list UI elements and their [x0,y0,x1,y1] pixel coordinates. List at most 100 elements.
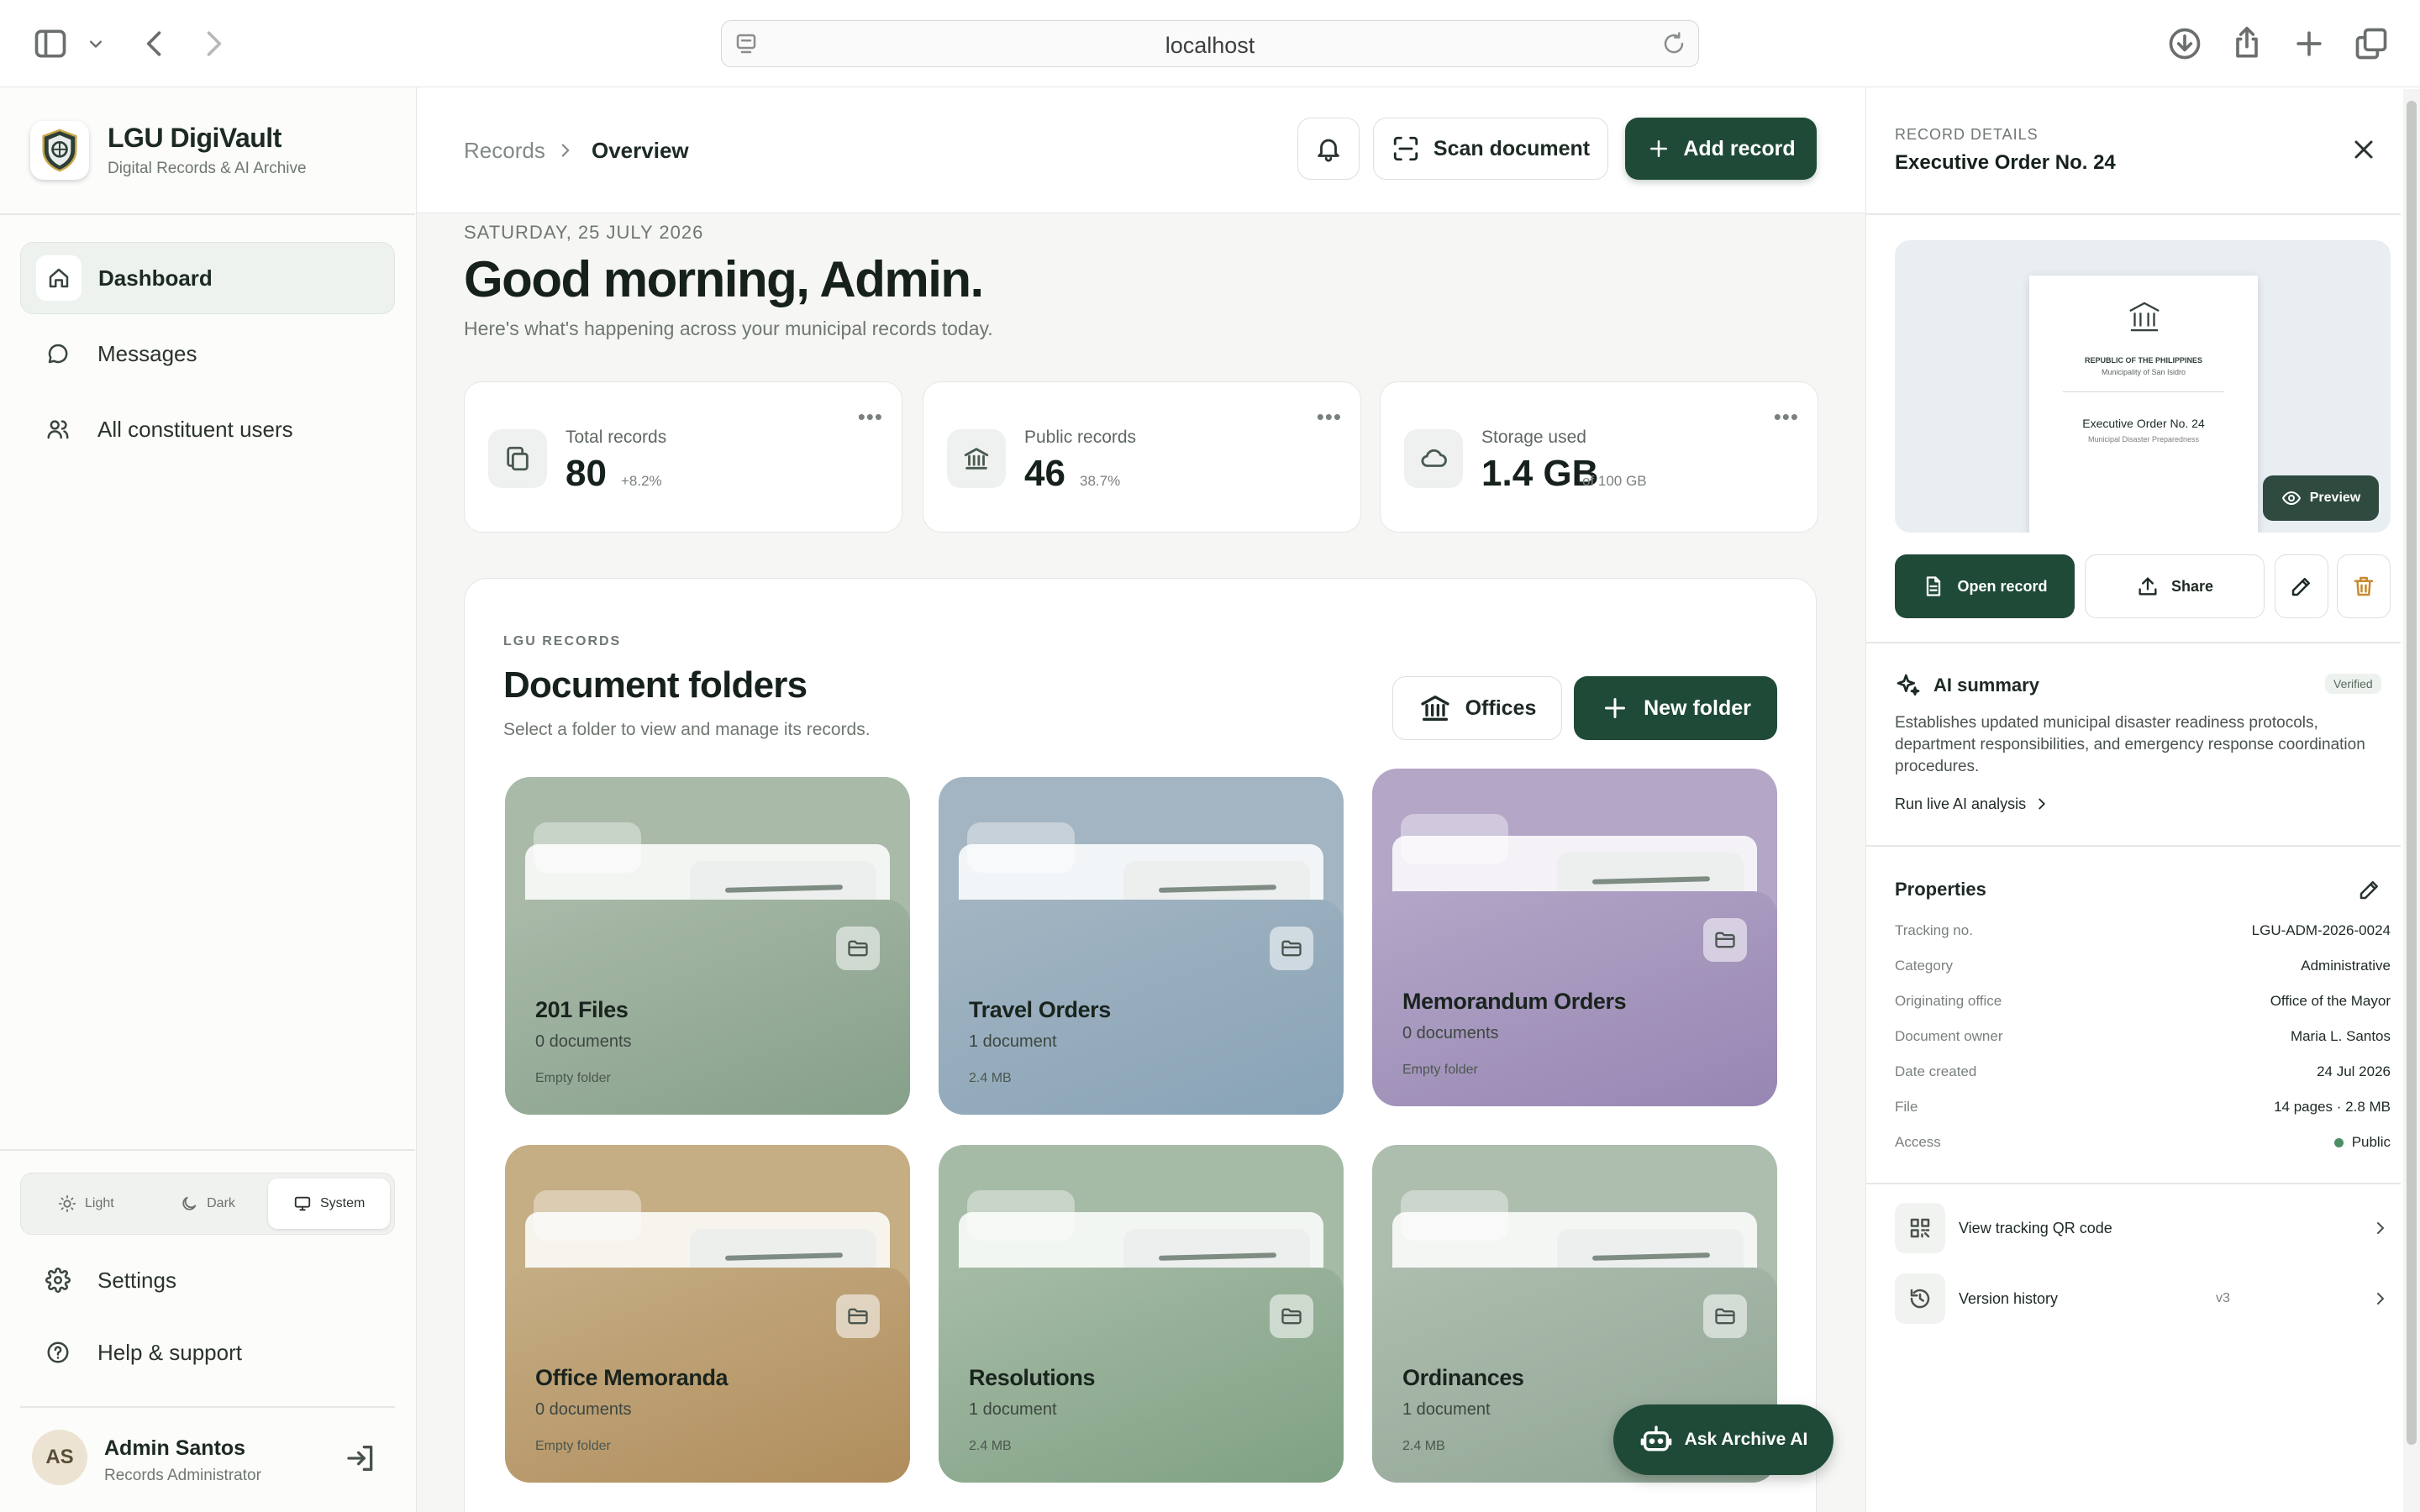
ai-summary-title: AI summary [1933,675,2039,696]
plus-icon[interactable] [2291,25,2328,62]
delete-button[interactable] [2337,554,2391,618]
top-bar: Records Overview Scan document Add recor… [417,87,1865,213]
scrollbar[interactable] [2403,89,2420,1512]
greeting-subtitle: Here's what's happening across your muni… [464,318,993,339]
brand-subtitle: Digital Records & AI Archive [108,160,307,177]
preview-label: Preview [2309,491,2361,505]
user-name: Admin Santos [104,1436,246,1460]
theme-option-light[interactable]: Light [25,1179,147,1229]
more-options-icon[interactable]: ••• [1317,404,1342,430]
message-icon [35,331,81,376]
folder-open-icon[interactable] [836,927,880,970]
more-options-icon[interactable]: ••• [858,404,883,430]
view-qr-code-link[interactable]: View tracking QR code [1895,1203,2391,1253]
document-preview[interactable]: REPUBLIC OF THE PHILIPPINES Municipality… [1895,240,2391,533]
scrollbar-thumb[interactable] [2407,101,2417,1445]
divider [1866,1183,2401,1184]
chevron-right-icon [2370,1218,2391,1238]
folder-open-icon[interactable] [1270,927,1313,970]
folder-open-icon[interactable] [1703,1294,1747,1338]
new-folder-button[interactable]: New folder [1574,676,1777,740]
theme-switcher: Light Dark System [20,1173,395,1235]
folder-count: 0 documents [535,1400,632,1419]
open-record-button[interactable]: Open record [1895,554,2075,618]
close-icon[interactable] [2349,134,2379,165]
property-row: Originating office Office of the Mayor [1895,993,2391,1018]
trash-icon [2351,574,2376,599]
reload-icon[interactable] [1661,31,1686,56]
new-folder-label: New folder [1644,696,1751,720]
sidebar-toggle-icon[interactable] [32,25,69,62]
folder-name: Travel Orders [969,997,1111,1022]
folder-open-icon[interactable] [1270,1294,1313,1338]
share-icon[interactable] [2228,25,2265,62]
sidebar-item-help[interactable]: Help & support [20,1320,395,1384]
stat-card-public-records[interactable]: Public records 46 38.7% ••• [923,381,1361,533]
ask-archive-ai-label: Ask Archive AI [1684,1430,1808,1449]
add-record-button[interactable]: Add record [1625,118,1817,180]
breadcrumb-records[interactable]: Records [464,138,545,164]
properties-title: Properties [1895,879,1986,900]
sidebar-item-dashboard[interactable]: Dashboard [20,242,395,314]
back-arrow-icon[interactable] [136,25,173,62]
notifications-button[interactable] [1297,118,1360,180]
sidebar-item-label: Messages [97,340,197,366]
brand-logo [30,121,89,180]
scan-icon [1392,134,1420,163]
sidebar-item-settings[interactable]: Settings [20,1248,395,1312]
sidebar-item-messages[interactable]: Messages [20,318,395,390]
folder-name: Office Memoranda [535,1365,729,1390]
property-key: Document owner [1895,1028,2003,1044]
ask-archive-ai-button[interactable]: Ask Archive AI [1613,1404,1833,1475]
folder-size: Empty folder [1402,1063,1478,1077]
tabs-icon[interactable] [2353,25,2390,62]
share-button[interactable]: Share [2085,554,2265,618]
logout-icon[interactable] [345,1441,378,1475]
scan-document-button[interactable]: Scan document [1373,118,1608,180]
divider [2063,391,2224,392]
folder-card[interactable]: Office Memoranda 0 documents Empty folder [505,1145,910,1483]
document-icon [1922,575,1945,598]
offices-button[interactable]: Offices [1392,676,1562,740]
avatar[interactable]: AS [32,1430,87,1485]
stat-detail: 38.7% [1080,473,1121,489]
property-key: Tracking no. [1895,922,1973,938]
run-ai-analysis-link[interactable]: Run live AI analysis [1895,795,2051,813]
folder-card[interactable]: 201 Files 0 documents Empty folder [505,777,910,1115]
property-row: Category Administrative [1895,958,2391,983]
version-history-link[interactable]: Version history v3 [1895,1273,2391,1324]
preview-button[interactable]: Preview [2263,475,2379,521]
stat-card-storage[interactable]: Storage used 1.4 GB of 100 GB ••• [1380,381,1818,533]
property-key: Access [1895,1134,1941,1150]
folder-card[interactable]: Travel Orders 1 document 2.4 MB [939,777,1344,1115]
edit-button[interactable] [2275,554,2328,618]
chevron-down-icon[interactable] [84,25,108,62]
main-content: Records Overview Scan document Add recor… [417,87,1865,1512]
folder-open-icon[interactable] [1703,918,1747,962]
sidebar-item-constituent-users[interactable]: All constituent users [20,393,395,465]
pencil-icon[interactable] [2357,877,2382,902]
more-options-icon[interactable]: ••• [1774,404,1799,430]
stat-card-total-records[interactable]: Total records 80 +8.2% ••• [464,381,902,533]
theme-option-system[interactable]: System [268,1179,391,1229]
forward-arrow-icon[interactable] [195,25,232,62]
folder-card[interactable]: Resolutions 1 document 2.4 MB [939,1145,1344,1483]
stat-detail: of 100 GB [1582,473,1647,489]
section-title: Document folders [503,664,808,706]
download-icon[interactable] [2166,25,2203,62]
theme-option-dark[interactable]: Dark [147,1179,269,1229]
theme-option-label: Dark [207,1196,235,1210]
folder-card[interactable]: Memorandum Orders 0 documents Empty folder [1372,769,1777,1106]
user-role: Records Administrator [104,1467,261,1484]
property-value-wrap: Office of the Mayor [2270,993,2391,1010]
open-record-label: Open record [1957,577,2048,595]
section-subtitle: Select a folder to view and manage its r… [503,720,871,739]
property-key: Originating office [1895,993,2002,1009]
address-bar[interactable]: localhost [721,20,1699,67]
link-label: View tracking QR code [1959,1219,2112,1236]
sidebar-item-label: Settings [97,1267,176,1293]
url-text: localhost [1165,33,1255,58]
folder-open-icon[interactable] [836,1294,880,1338]
document-folders-panel: LGU RECORDS Document folders Select a fo… [464,578,1817,1512]
divider [20,1406,395,1408]
